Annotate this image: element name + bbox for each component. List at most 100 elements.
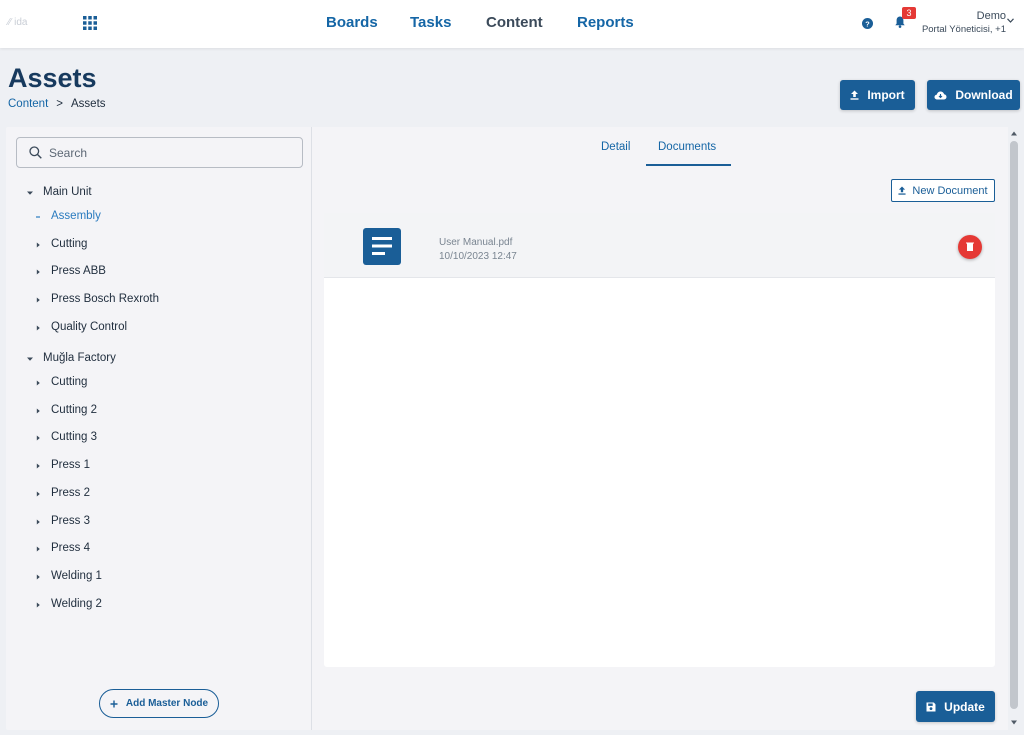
plus-icon [110, 700, 118, 707]
document-date: 10/10/2023 12:47 [439, 251, 517, 262]
tree-group-label: Main Unit [43, 186, 92, 198]
scroll-thumb[interactable] [1010, 141, 1018, 709]
upload-icon [898, 186, 906, 195]
tree-item-press-2[interactable]: Press 2 [36, 487, 90, 499]
help-icon[interactable]: ? [862, 18, 873, 29]
caret-right-icon [36, 297, 40, 303]
page-title: Assets [8, 63, 97, 93]
tree-item-label: Welding 1 [51, 570, 102, 582]
scrollbar[interactable] [1008, 127, 1020, 730]
update-button[interactable]: Update [916, 691, 995, 722]
tree-item-label: Cutting 3 [51, 431, 98, 443]
document-row[interactable]: User Manual.pdf 10/10/2023 12:47 [324, 213, 995, 278]
tree-item-press-3[interactable]: Press 3 [36, 515, 90, 527]
caret-right-icon [36, 602, 40, 608]
document-icon [363, 228, 401, 265]
tree-item-label: Press 2 [51, 487, 90, 499]
user-name[interactable]: Demo [977, 10, 1006, 22]
chevron-down-icon[interactable] [1007, 18, 1014, 23]
asset-tree-sidebar: Main Unit Assembly Cutting Press ABB Pre… [6, 127, 312, 730]
caret-right-icon [36, 325, 40, 331]
caret-right-icon [36, 463, 40, 469]
download-label: Download [955, 88, 1013, 102]
caret-right-icon [36, 574, 40, 580]
active-tab-indicator [646, 164, 731, 166]
update-label: Update [944, 699, 985, 714]
tree-item-label: Cutting [51, 376, 88, 388]
svg-text:?: ? [865, 19, 870, 28]
breadcrumb-current: Assets [71, 98, 106, 110]
caret-right-icon [36, 519, 40, 525]
app-logo[interactable]: ⁄⁄ ida [8, 17, 27, 28]
add-master-node-button[interactable]: Add Master Node [99, 689, 219, 718]
save-icon [926, 702, 936, 711]
add-master-node-label: Add Master Node [125, 698, 209, 709]
tree-item-label: Press 4 [51, 542, 90, 554]
dash-icon [36, 216, 40, 218]
user-role[interactable]: Portal Yöneticisi, +1 [922, 24, 1006, 35]
documents-list: User Manual.pdf 10/10/2023 12:47 [324, 213, 995, 667]
tree-item-press-abb[interactable]: Press ABB [36, 265, 106, 277]
tree-item-cutting[interactable]: Cutting [36, 376, 88, 388]
app-logo-text: ida [14, 17, 28, 28]
breadcrumb-separator: > [56, 98, 63, 110]
trash-icon [966, 242, 974, 251]
search-input[interactable] [49, 138, 299, 167]
import-label: Import [867, 88, 905, 102]
tree-item-label: Press Bosch Rexroth [51, 293, 160, 305]
tree-item-label: Quality Control [51, 321, 128, 333]
nav-content[interactable]: Content [486, 14, 543, 31]
tree-item-press-4[interactable]: Press 4 [36, 542, 90, 554]
notification-badge: 3 [902, 7, 916, 19]
tree-item-press-bosch-rexroth[interactable]: Press Bosch Rexroth [36, 293, 160, 305]
tree-item-welding-1[interactable]: Welding 1 [36, 570, 102, 582]
search-icon [29, 146, 42, 159]
caret-right-icon [36, 546, 40, 552]
delete-document-button[interactable] [958, 235, 982, 259]
breadcrumb: Content > Assets [8, 98, 106, 110]
tree-item-label: Press ABB [51, 265, 106, 277]
tree-item-quality-control[interactable]: Quality Control [36, 321, 128, 333]
tree-item-label: Press 1 [51, 459, 90, 471]
caret-right-icon [36, 242, 40, 248]
tree-item-cutting-3[interactable]: Cutting 3 [36, 431, 98, 443]
breadcrumb-content[interactable]: Content [8, 98, 48, 110]
caret-right-icon [36, 380, 40, 386]
tree-group-main-unit[interactable]: Main Unit [27, 186, 92, 198]
upload-icon [850, 90, 859, 100]
nav-boards[interactable]: Boards [326, 14, 378, 31]
tab-detail[interactable]: Detail [601, 141, 630, 153]
import-button[interactable]: Import [840, 80, 915, 110]
tree-group-label: Muğla Factory [43, 352, 116, 364]
tree-item-press-1[interactable]: Press 1 [36, 459, 90, 471]
caret-right-icon [36, 491, 40, 497]
tree-item-label: Press 3 [51, 515, 90, 527]
tree-item-assembly[interactable]: Assembly [36, 210, 101, 222]
tree-item-welding-2[interactable]: Welding 2 [36, 598, 102, 610]
new-document-label: New Document [912, 184, 988, 197]
tree-group-mugla-factory[interactable]: Muğla Factory [27, 352, 116, 364]
nav-tasks[interactable]: Tasks [410, 14, 451, 31]
tree-item-cutting[interactable]: Cutting [36, 238, 88, 250]
document-name[interactable]: User Manual.pdf [439, 237, 512, 248]
nav-reports[interactable]: Reports [577, 14, 634, 31]
tree-item-label: Cutting 2 [51, 404, 98, 416]
scroll-up-icon[interactable] [1011, 131, 1017, 136]
download-button[interactable]: Download [927, 80, 1020, 110]
caret-down-icon [27, 191, 33, 195]
top-bar: ⁄⁄ ida Boards Tasks Content Reports ? 3 … [0, 0, 1024, 48]
caret-right-icon [36, 269, 40, 275]
tab-documents[interactable]: Documents [658, 141, 716, 153]
tree-item-cutting-2[interactable]: Cutting 2 [36, 404, 98, 416]
tree-item-label: Cutting [51, 238, 88, 250]
scroll-down-icon[interactable] [1011, 720, 1017, 725]
caret-down-icon [27, 357, 33, 361]
search-box [16, 137, 303, 168]
tree-item-label: Welding 2 [51, 598, 102, 610]
caret-right-icon [36, 408, 40, 414]
apps-grid-icon[interactable] [83, 16, 97, 30]
caret-right-icon [36, 435, 40, 441]
tree-item-label: Assembly [51, 210, 101, 222]
cloud-download-icon [934, 91, 947, 99]
new-document-button[interactable]: New Document [891, 179, 995, 202]
